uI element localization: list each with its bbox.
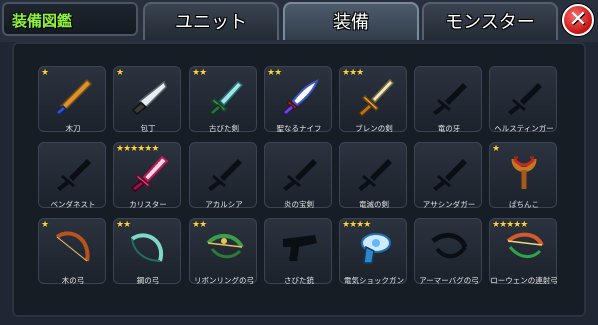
- calister-sword-icon: [126, 153, 170, 193]
- equipment-slot[interactable]: 竜の牙: [414, 66, 482, 133]
- equipment-slot[interactable]: ★★★ ブレンの剣: [339, 66, 407, 133]
- equipment-slot[interactable]: アーマーバグの弓: [414, 218, 482, 285]
- equipment-name: アサシンダガー: [422, 200, 476, 209]
- rarity-stars: ★: [116, 68, 124, 78]
- steel-bow-icon: [126, 229, 170, 269]
- equipment-name: 竜滅の剣: [359, 200, 389, 209]
- equipment-name: ぱちんこ: [509, 200, 539, 209]
- kitchen-knife-icon: [126, 77, 170, 117]
- equipment-slot[interactable]: さびた銃: [264, 218, 332, 285]
- equipment-slot[interactable]: ベンダネスト: [38, 142, 106, 209]
- shock-gun-icon: [352, 229, 396, 269]
- tab-equipment-label: 装備: [333, 12, 369, 33]
- holy-knife-icon: [277, 77, 321, 117]
- locked-bow-icon: [427, 229, 471, 269]
- tab-unit-label: ユニット: [175, 12, 247, 33]
- equipment-name: 包丁: [140, 124, 156, 133]
- equipment-name: アカルシア: [205, 200, 243, 209]
- equipment-slot[interactable]: ヘルスティンガー: [489, 66, 557, 133]
- close-icon: ✕: [568, 7, 588, 32]
- rowen-bow-icon: [502, 229, 546, 269]
- close-button[interactable]: ✕: [562, 4, 594, 36]
- equipment-slot[interactable]: 炎の宝剣: [264, 142, 332, 209]
- tab-unit[interactable]: ユニット: [143, 2, 279, 40]
- equipment-name: ブレンの剣: [355, 124, 393, 133]
- equipment-name: リボンリングの弓: [194, 276, 254, 285]
- equipment-slot[interactable]: ★★ 聖なるナイフ: [264, 66, 332, 133]
- equipment-slot[interactable]: ★★★★ 電気ショックガン: [339, 218, 407, 285]
- equipment-slot[interactable]: ★ 木刀: [38, 66, 106, 133]
- equipment-slot[interactable]: ★★ リボンリングの弓: [189, 218, 257, 285]
- equipment-name: 竜の牙: [437, 124, 461, 133]
- equipment-name: アーマーバグの弓: [419, 276, 479, 285]
- equipment-name: 木の弓: [61, 276, 85, 285]
- locked-sword-icon: [352, 153, 396, 193]
- equipment-name: ベンダネスト: [50, 200, 96, 209]
- equipment-slot[interactable]: ★★ 鋼の弓: [113, 218, 181, 285]
- locked-sword-icon: [427, 153, 471, 193]
- equipment-name: さびた銃: [284, 276, 314, 285]
- equipment-slot[interactable]: 竜滅の剣: [339, 142, 407, 209]
- rarity-stars: ★: [41, 220, 49, 230]
- ribbon-bow-icon: [202, 229, 246, 269]
- tab-equipment[interactable]: 装備: [283, 2, 419, 40]
- rarity-stars: ★: [41, 68, 49, 78]
- tab-monster-label: モンスター: [445, 12, 535, 33]
- slingshot-icon: [502, 153, 546, 193]
- locked-gun-icon: [277, 229, 321, 269]
- equipment-slot[interactable]: アカルシア: [189, 142, 257, 209]
- equipment-name: 木刀: [65, 124, 81, 133]
- equipment-name: 電気ショックガン: [344, 276, 404, 285]
- top-bar: 装備図鑑 ユニット 装備 モンスター ✕: [0, 0, 598, 42]
- equipment-slot[interactable]: ★★ 古びた剣: [189, 66, 257, 133]
- equipment-name: カリスター: [129, 200, 167, 209]
- equipment-slot[interactable]: ★ ぱちんこ: [489, 142, 557, 209]
- equipment-name: 古びた剣: [209, 124, 239, 133]
- title-box: 装備図鑑: [2, 2, 138, 36]
- page-title: 装備図鑑: [12, 12, 73, 30]
- locked-sword-icon: [427, 77, 471, 117]
- wooden-bow-icon: [51, 229, 95, 269]
- locked-sword-icon: [277, 153, 321, 193]
- locked-sword-icon: [202, 153, 246, 193]
- equipment-name: ヘルスティンガー: [494, 124, 554, 133]
- equipment-name: ローウェンの連射弓: [490, 276, 558, 285]
- equipment-slot[interactable]: ★ 包丁: [113, 66, 181, 133]
- equipment-slot[interactable]: ★★★★★ ローウェンの連射弓: [489, 218, 558, 285]
- tab-monster[interactable]: モンスター: [422, 2, 558, 40]
- locked-sword-icon: [51, 153, 95, 193]
- equipment-slot[interactable]: アサシンダガー: [414, 142, 482, 209]
- equipment-name: 鋼の弓: [136, 276, 160, 285]
- locked-sword-icon: [502, 77, 546, 117]
- equipment-slot[interactable]: ★★★★★★ カリスター: [113, 142, 181, 209]
- equipment-name: 聖なるナイフ: [276, 124, 322, 133]
- wooden-sword-icon: [51, 77, 95, 117]
- old-sword-icon: [202, 77, 246, 117]
- equipment-slot[interactable]: ★ 木の弓: [38, 218, 106, 285]
- bren-sword-icon: [352, 77, 396, 118]
- rarity-stars: ★: [492, 144, 500, 154]
- equipment-name: 炎の宝剣: [284, 200, 314, 209]
